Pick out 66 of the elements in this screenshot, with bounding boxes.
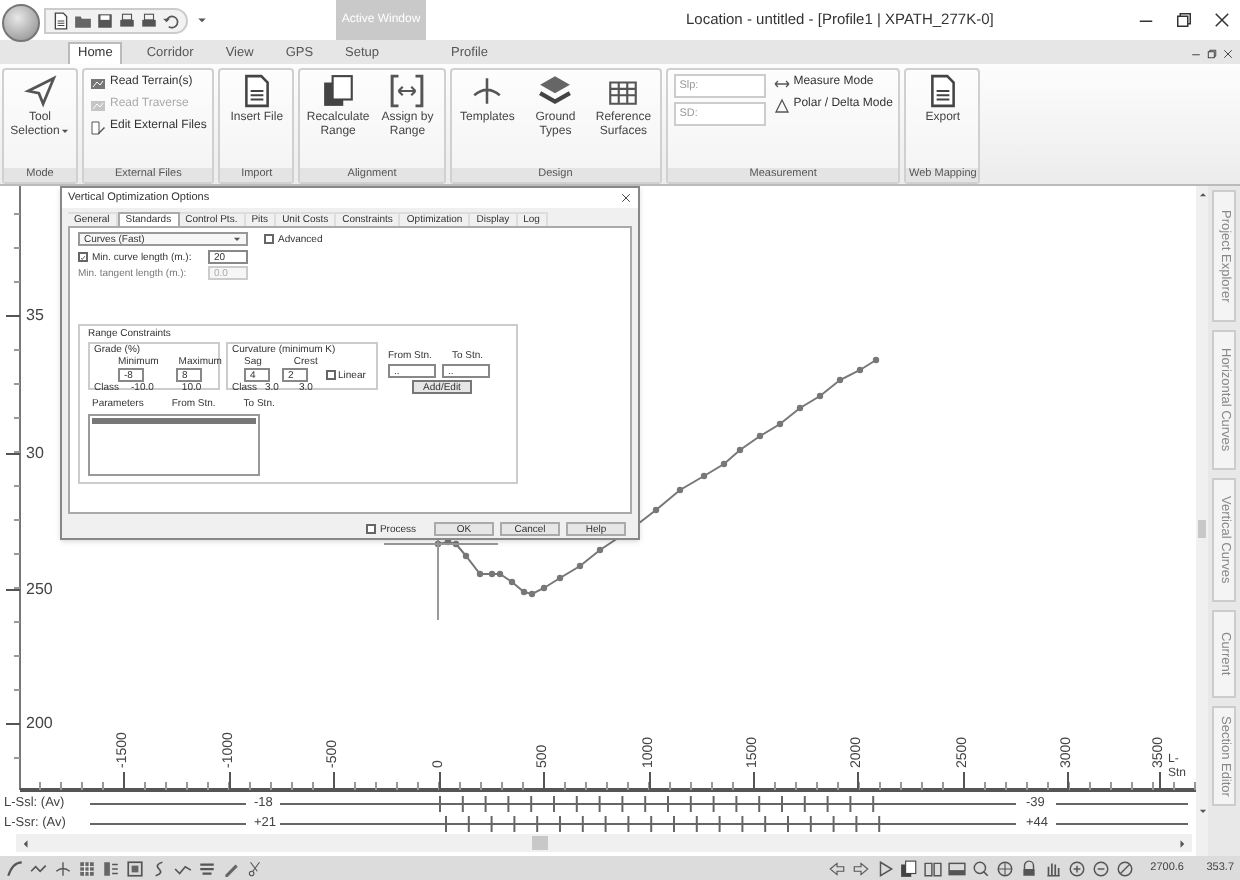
axis-label: 30 xyxy=(26,444,44,464)
left-arrow-icon[interactable] xyxy=(828,859,846,877)
triangle-icon xyxy=(773,97,790,113)
caret-icon[interactable] xyxy=(1197,190,1207,200)
restore-icon[interactable] xyxy=(1174,10,1194,30)
zoom-in-icon[interactable] xyxy=(1068,859,1086,877)
caret-icon[interactable] xyxy=(1197,806,1207,816)
scrollbar-thumb[interactable] xyxy=(532,836,548,850)
tripod-icon[interactable] xyxy=(54,859,72,877)
right-arrow-icon[interactable] xyxy=(852,859,870,877)
checkbox[interactable] xyxy=(326,370,336,380)
book-icon[interactable] xyxy=(924,859,942,877)
panel-icon[interactable] xyxy=(948,859,966,877)
table-icon[interactable] xyxy=(78,859,96,877)
lock-icon[interactable] xyxy=(1020,859,1038,877)
document-pencil-icon xyxy=(90,119,106,135)
bracket-arrows-icon xyxy=(390,74,425,108)
app-menu-button[interactable] xyxy=(2,3,40,41)
zoom-out-icon[interactable] xyxy=(1092,859,1110,877)
caret-icon xyxy=(232,234,242,244)
search-icon[interactable] xyxy=(972,859,990,877)
map-icon xyxy=(90,97,106,113)
printer-icon[interactable] xyxy=(118,11,136,29)
document-icon xyxy=(239,74,274,108)
pages-icon[interactable] xyxy=(900,859,918,877)
printer-icon[interactable] xyxy=(140,11,158,29)
scrollbar-thumb[interactable] xyxy=(1198,520,1206,538)
document-icon[interactable] xyxy=(52,11,70,29)
vertical-scrollbar[interactable] xyxy=(1196,186,1208,856)
box-icon[interactable] xyxy=(126,859,144,877)
close-icon[interactable] xyxy=(620,192,632,204)
globe-icon[interactable] xyxy=(996,859,1014,877)
checkmark-icon xyxy=(80,253,86,261)
layers-icon xyxy=(538,74,573,108)
horizontal-scrollbar[interactable] xyxy=(16,834,1192,852)
wave-icon[interactable] xyxy=(30,859,48,877)
s-curve-icon[interactable] xyxy=(150,859,168,877)
axis-label: 200 xyxy=(26,714,53,734)
checkbox[interactable] xyxy=(78,252,88,262)
pages-icon xyxy=(321,74,356,108)
pointer-icon xyxy=(23,74,57,108)
save-icon[interactable] xyxy=(96,11,114,29)
document-icon xyxy=(925,74,960,108)
caret-icon[interactable] xyxy=(1176,837,1188,849)
axis-label: 35 xyxy=(26,306,44,326)
undo-icon[interactable] xyxy=(162,11,180,29)
scissors-icon[interactable] xyxy=(246,859,264,877)
double-arrow-icon xyxy=(773,75,790,91)
map-icon xyxy=(90,75,106,91)
circle-slash-icon[interactable] xyxy=(1116,859,1134,877)
checkbox[interactable] xyxy=(264,234,274,244)
caret-icon[interactable] xyxy=(20,837,32,849)
checkbox[interactable] xyxy=(365,524,376,534)
close-icon[interactable] xyxy=(1212,10,1232,30)
list-icon[interactable] xyxy=(102,859,120,877)
track-line xyxy=(1056,822,1188,826)
track-line xyxy=(1056,802,1188,806)
axis-label: 250 xyxy=(26,580,53,600)
tripod-icon xyxy=(470,74,505,108)
folder-icon[interactable] xyxy=(74,11,92,29)
curve-icon[interactable] xyxy=(6,859,24,877)
play-icon[interactable] xyxy=(876,859,894,877)
restore-icon[interactable] xyxy=(1206,48,1218,60)
stack-icon[interactable] xyxy=(198,859,216,877)
caret-icon[interactable] xyxy=(196,14,208,26)
close-icon[interactable] xyxy=(1222,48,1234,60)
